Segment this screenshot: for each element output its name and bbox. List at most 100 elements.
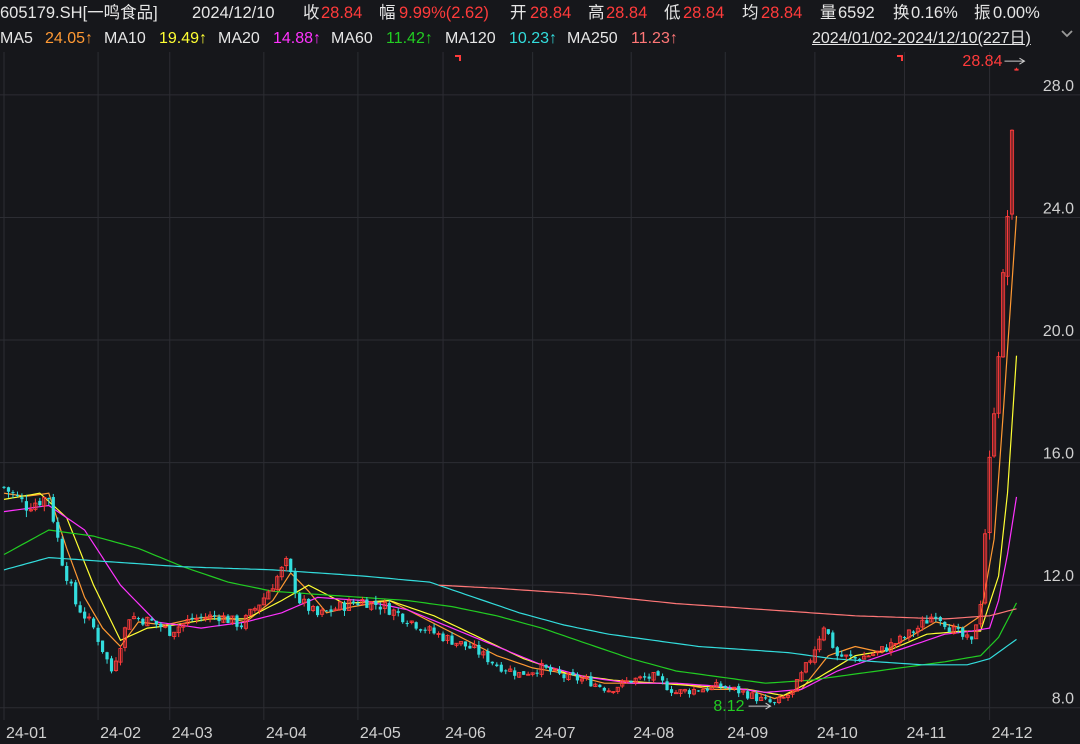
candle-body <box>2 486 6 488</box>
high-value: 28.84 <box>606 4 648 22</box>
candle-body <box>673 692 679 695</box>
close-label: 收 <box>303 4 320 22</box>
change-label: 幅 <box>379 4 396 22</box>
candle-body <box>100 640 105 652</box>
candle-body <box>643 676 647 678</box>
candle-body <box>441 633 445 642</box>
ma250-value: 11.23↑ <box>631 30 678 47</box>
avg-label: 均 <box>742 4 759 22</box>
x-tick-label: 24-06 <box>445 725 486 742</box>
candle-body <box>925 620 929 624</box>
candle-body <box>356 603 360 605</box>
candle-body <box>468 645 472 649</box>
y-tick-label: 16.0 <box>1043 446 1074 463</box>
candle-body <box>423 629 427 631</box>
candle-body <box>212 615 217 617</box>
candle-body <box>705 688 709 691</box>
candle-body <box>74 582 78 605</box>
candle-body <box>660 676 665 681</box>
candle-body <box>401 613 405 623</box>
candle-body <box>24 501 28 511</box>
candle-body <box>235 615 239 627</box>
ma10-label[interactable]: MA10 <box>104 27 146 51</box>
candle-body <box>11 492 15 494</box>
x-tick-label: 24-10 <box>817 725 858 742</box>
candle-body <box>78 605 82 613</box>
ma120-value: 10.23↑ <box>509 30 558 47</box>
amplitude-label: 振 <box>974 4 991 22</box>
ma60-value: 11.42↑ <box>386 30 433 47</box>
candle-body <box>746 691 750 699</box>
candle-body <box>522 671 526 675</box>
candle-body <box>961 627 965 637</box>
high-label: 高 <box>588 4 605 22</box>
candle-body <box>956 627 960 629</box>
candle-body <box>669 689 674 693</box>
candle-body <box>289 558 293 572</box>
candle-body <box>544 664 548 668</box>
candle-body <box>575 674 580 681</box>
candle-body <box>562 674 566 679</box>
candle-body <box>365 599 369 608</box>
candle-body <box>378 606 382 610</box>
candle-body <box>947 627 951 633</box>
ma120-label[interactable]: MA120 <box>445 27 496 51</box>
candle-body <box>190 617 194 620</box>
candle-body <box>105 652 109 660</box>
candle-body <box>629 680 633 683</box>
x-tick-label: 24-03 <box>172 725 213 742</box>
close-value: 28.84 <box>321 4 363 22</box>
candle-body <box>38 500 42 506</box>
candle-body <box>849 654 853 657</box>
ma20-value: 14.88↑ <box>273 30 322 47</box>
change-value: 9.99%(2.62) <box>399 4 489 22</box>
ma5-label[interactable]: MA5 <box>0 27 33 51</box>
candle-body <box>696 690 700 692</box>
turnover-label: 换 <box>893 4 910 22</box>
candle-body <box>902 637 907 639</box>
date-range[interactable]: 2024/01/02-2024/12/10(227日) <box>812 27 1031 51</box>
candle-body <box>557 669 562 674</box>
candle-body <box>835 647 839 656</box>
candle-body <box>387 603 391 615</box>
ma5-value: 24.05↑ <box>45 30 94 47</box>
x-tick-label: 24-07 <box>535 725 576 742</box>
candle-body <box>351 601 356 604</box>
x-tick-label: 24-01 <box>6 725 47 742</box>
chevron-icon[interactable] <box>1060 26 1074 40</box>
stock-symbol[interactable]: 605179.SH[一鸣食品] <box>0 0 158 26</box>
y-tick-label: 20.0 <box>1043 323 1074 340</box>
candle-body <box>20 497 24 500</box>
candle-body <box>687 690 692 695</box>
event-marker-icon <box>897 55 903 61</box>
candle-body <box>60 538 64 566</box>
candle-body <box>298 593 302 604</box>
candle-body <box>764 697 768 699</box>
candle-body <box>432 627 436 634</box>
candle-body <box>6 487 11 492</box>
ma10-line <box>3 355 1018 697</box>
candle-body <box>324 610 329 612</box>
volume-value: 6592 <box>838 4 875 22</box>
event-marker-icon <box>455 55 461 61</box>
candle-body <box>141 618 145 625</box>
candle-body <box>499 664 503 672</box>
quote-header: 605179.SH[一鸣食品] 2024/12/10 收 28.84 幅 9.9… <box>0 0 1080 26</box>
candle-body <box>548 666 553 672</box>
candle-body <box>719 683 723 688</box>
ma250-label[interactable]: MA250 <box>567 27 618 51</box>
high-price-label: 28.84 <box>962 53 1002 70</box>
candle-body <box>217 616 221 622</box>
candle-body <box>154 620 158 625</box>
ma20-label[interactable]: MA20 <box>218 27 260 51</box>
candle-body <box>463 641 468 647</box>
turnover-value: 0.16% <box>911 4 958 22</box>
candle-body <box>69 581 73 584</box>
candle-body <box>495 664 499 667</box>
ma20-line <box>3 496 1018 694</box>
candle-body <box>589 676 593 687</box>
ma60-label[interactable]: MA60 <box>331 27 373 51</box>
candle-body <box>56 522 60 538</box>
candle-body <box>96 627 100 642</box>
ma-legend: MA5 24.05↑ MA10 19.49↑ MA20 14.88↑ MA60 … <box>0 27 1080 51</box>
